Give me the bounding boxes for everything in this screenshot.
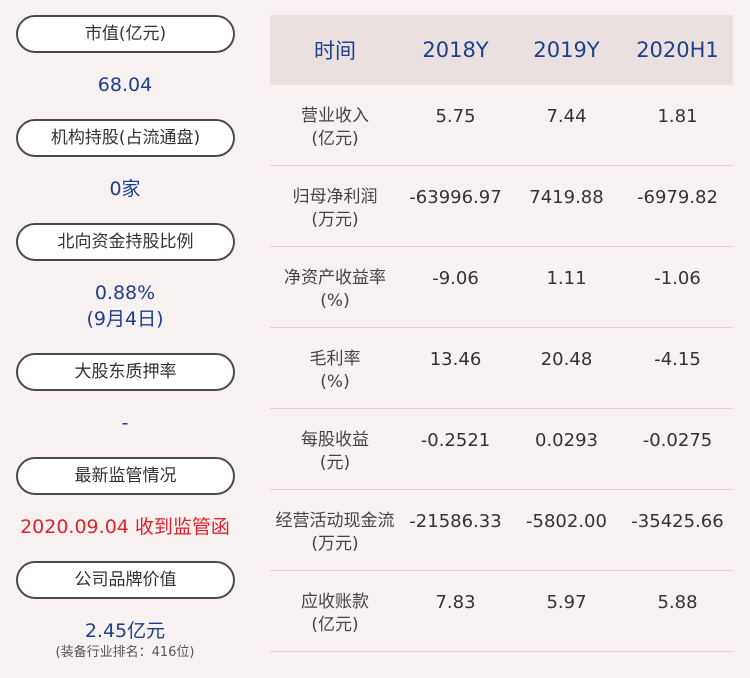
row-label: 应收账款 (亿元)	[301, 592, 369, 635]
market-cap-value: 68.04	[97, 74, 153, 96]
table-cell: -4.15	[654, 349, 701, 370]
header-2019y: 2019Y	[533, 38, 600, 62]
row-label: 经营活动现金流 (万元)	[275, 511, 395, 554]
table-cell: 1.11	[546, 268, 587, 289]
row-label: 毛利率 (%)	[309, 349, 361, 392]
table-row: 营业收入 (亿元) 5.75 7.44 1.81	[270, 85, 733, 166]
table-row: 经营活动现金流 (万元) -21586.33 -5802.00 -35425.66	[270, 490, 733, 571]
table-cell: 20.48	[540, 349, 593, 370]
northbound-ratio-label: 北向资金持股比例	[16, 223, 235, 261]
table-cell: -0.0275	[642, 430, 713, 451]
northbound-ratio-value: 0.88%	[94, 282, 156, 304]
pledge-ratio-value: -	[121, 412, 129, 434]
table-row: 每股收益 (元) -0.2521 0.0293 -0.0275	[270, 409, 733, 490]
row-label: 营业收入 (亿元)	[301, 106, 369, 149]
table-cell: -63996.97	[409, 187, 502, 208]
brand-rank-note: (装备行业排名：416位)	[55, 645, 195, 660]
table-cell: -9.06	[432, 268, 479, 289]
row-label: 归母净利润 (万元)	[292, 187, 378, 230]
institutional-holding-label: 机构持股(占流通盘)	[16, 119, 235, 157]
table-header: 时间 2018Y 2019Y 2020H1	[270, 15, 733, 85]
table-row: 净资产收益率 (%) -9.06 1.11 -1.06	[270, 247, 733, 328]
table-cell: 5.75	[435, 106, 476, 127]
regulatory-status-label: 最新监管情况	[16, 457, 235, 495]
header-time: 时间	[314, 39, 356, 63]
table-cell: -5802.00	[526, 511, 607, 532]
table-cell: -0.2521	[420, 430, 491, 451]
brand-value-label: 公司品牌价值	[16, 561, 235, 599]
table-row: 归母净利润 (万元) -63996.97 7419.88 -6979.82	[270, 166, 733, 247]
table-row: 毛利率 (%) 13.46 20.48 -4.15	[270, 328, 733, 409]
table-cell: -35425.66	[631, 511, 724, 532]
pledge-ratio-label: 大股东质押率	[16, 353, 235, 391]
table-cell: -1.06	[654, 268, 701, 289]
table-row: 应收账款 (亿元) 7.83 5.97 5.88	[270, 571, 733, 652]
row-label: 每股收益 (元)	[301, 430, 369, 473]
table-cell: 7.83	[435, 592, 476, 613]
table-cell: 7419.88	[529, 187, 604, 208]
key-metrics-panel: 市值(亿元) 68.04 机构持股(占流通盘) 0家 北向资金持股比例 0.88…	[0, 0, 250, 678]
table-cell: 1.81	[657, 106, 698, 127]
table-cell: 5.97	[546, 592, 587, 613]
header-2018y: 2018Y	[422, 38, 489, 62]
financial-table: 时间 2018Y 2019Y 2020H1 营业收入 (亿元) 5.75 7.44…	[270, 15, 733, 652]
table-cell: -21586.33	[409, 511, 502, 532]
institutional-holding-value: 0家	[109, 178, 141, 200]
table-cell: 0.0293	[535, 430, 598, 451]
table-cell: -6979.82	[637, 187, 718, 208]
brand-value-value: 2.45亿元	[84, 620, 166, 642]
table-cell: 13.46	[429, 349, 482, 370]
regulatory-status-value: 2020.09.04 收到监管函	[20, 516, 230, 538]
row-label: 净资产收益率 (%)	[284, 268, 386, 311]
table-cell: 5.88	[657, 592, 698, 613]
table-cell: 7.44	[546, 106, 587, 127]
market-cap-label: 市值(亿元)	[16, 15, 235, 53]
northbound-ratio-date: (9月4日)	[86, 308, 164, 330]
header-2020h1: 2020H1	[636, 38, 719, 62]
